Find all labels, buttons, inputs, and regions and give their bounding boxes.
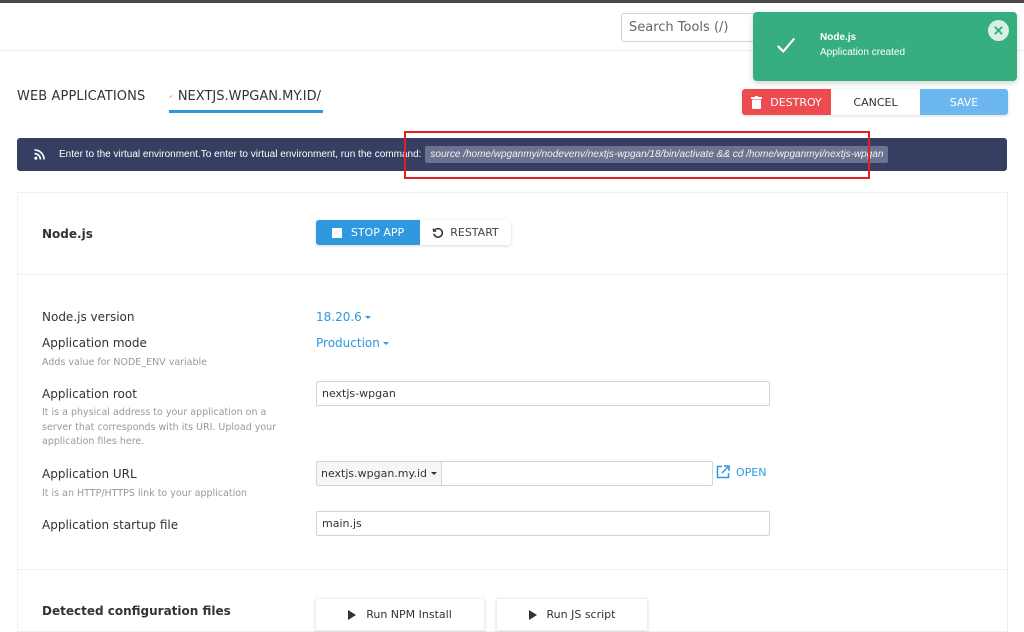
close-icon <box>994 26 1003 35</box>
app-control-section: Node.js STOP APP RESTART <box>18 193 1007 275</box>
app-url-label: Application URL <box>42 467 137 481</box>
app-root-hint: It is a physical address to your applica… <box>42 407 277 447</box>
success-toast: Node.js Application created <box>753 12 1017 81</box>
checkmark-icon <box>776 37 796 54</box>
app-mode-hint: Adds value for NODE_ENV variable <box>42 357 208 368</box>
app-url-field: nextjs.wpgan.my.id <box>316 461 713 486</box>
toast-title: Node.js <box>820 32 857 43</box>
tab-current-app[interactable]: NEXTJS.WPGAN.MY.ID/ <box>169 89 323 113</box>
section-divider <box>18 569 1007 570</box>
app-mode-label: Application mode <box>42 336 147 350</box>
activate-command[interactable]: source /home/wpganmyi/nodevenv/nextjs-wp… <box>425 146 889 163</box>
destroy-button[interactable]: DESTROY <box>742 89 831 115</box>
breadcrumb-tabs: WEB APPLICATIONS NEXTJS.WPGAN.MY.ID/ <box>0 80 600 116</box>
app-mode-value: Production <box>316 336 380 350</box>
run-npm-install-button[interactable]: Run NPM Install <box>315 598 485 631</box>
open-label: OPEN <box>736 465 767 479</box>
toast-close-button[interactable] <box>988 20 1009 41</box>
caret-down-icon <box>382 341 389 345</box>
search-tools-input[interactable] <box>629 20 773 35</box>
app-mode-dropdown[interactable]: Production <box>316 336 389 350</box>
save-button[interactable]: SAVE <box>920 89 1008 115</box>
pencil-icon <box>169 95 173 98</box>
app-root-label: Application root <box>42 387 137 401</box>
node-version-value: 18.20.6 <box>316 310 362 324</box>
url-domain-dropdown[interactable]: nextjs.wpgan.my.id <box>316 461 442 486</box>
toast-message: Application created <box>820 47 906 58</box>
restart-button[interactable]: RESTART <box>420 220 511 245</box>
node-version-dropdown[interactable]: 18.20.6 <box>316 310 371 324</box>
caret-down-icon <box>364 315 371 319</box>
section-title-nodejs: Node.js <box>42 227 93 241</box>
open-url-link[interactable]: OPEN <box>716 465 766 479</box>
caret-down-icon <box>431 472 437 475</box>
app-url-hint: It is an HTTP/HTTPS link to your applica… <box>42 488 248 499</box>
play-icon <box>528 609 537 620</box>
stop-icon <box>331 227 342 238</box>
tab-current-app-label: NEXTJS.WPGAN.MY.ID/ <box>177 89 321 104</box>
stop-app-label: STOP APP <box>350 226 405 239</box>
run-npm-install-label: Run NPM Install <box>366 608 452 621</box>
restart-icon <box>433 227 444 238</box>
virtualenv-info-banner: Enter to the virtual environment.To ente… <box>17 138 1007 171</box>
external-link-icon <box>716 465 730 479</box>
play-icon <box>348 609 357 620</box>
node-version-label: Node.js version <box>42 310 135 324</box>
run-js-script-button[interactable]: Run JS script <box>496 598 648 631</box>
url-domain-value: nextjs.wpgan.my.id <box>320 467 427 480</box>
banner-text: Enter to the virtual environment.To ente… <box>59 149 422 160</box>
app-control-buttons: STOP APP RESTART <box>316 220 511 245</box>
url-path-input[interactable] <box>442 461 713 486</box>
cancel-button[interactable]: CANCEL <box>831 89 920 115</box>
run-js-script-label: Run JS script <box>546 608 616 621</box>
app-root-input[interactable] <box>316 381 770 406</box>
destroy-label: DESTROY <box>770 95 822 109</box>
startup-file-input[interactable] <box>316 511 770 536</box>
app-settings-card: Node.js STOP APP RESTART Node.js version… <box>17 192 1008 632</box>
section-title-config-files: Detected configuration files <box>42 604 231 618</box>
trash-icon <box>751 95 763 109</box>
restart-label: RESTART <box>450 226 499 239</box>
stop-app-button[interactable]: STOP APP <box>316 220 420 245</box>
rss-icon <box>34 149 45 160</box>
action-buttons: DESTROY CANCEL SAVE <box>742 89 1008 115</box>
startup-file-label: Application startup file <box>42 518 179 532</box>
tab-web-applications[interactable]: WEB APPLICATIONS <box>17 89 145 104</box>
